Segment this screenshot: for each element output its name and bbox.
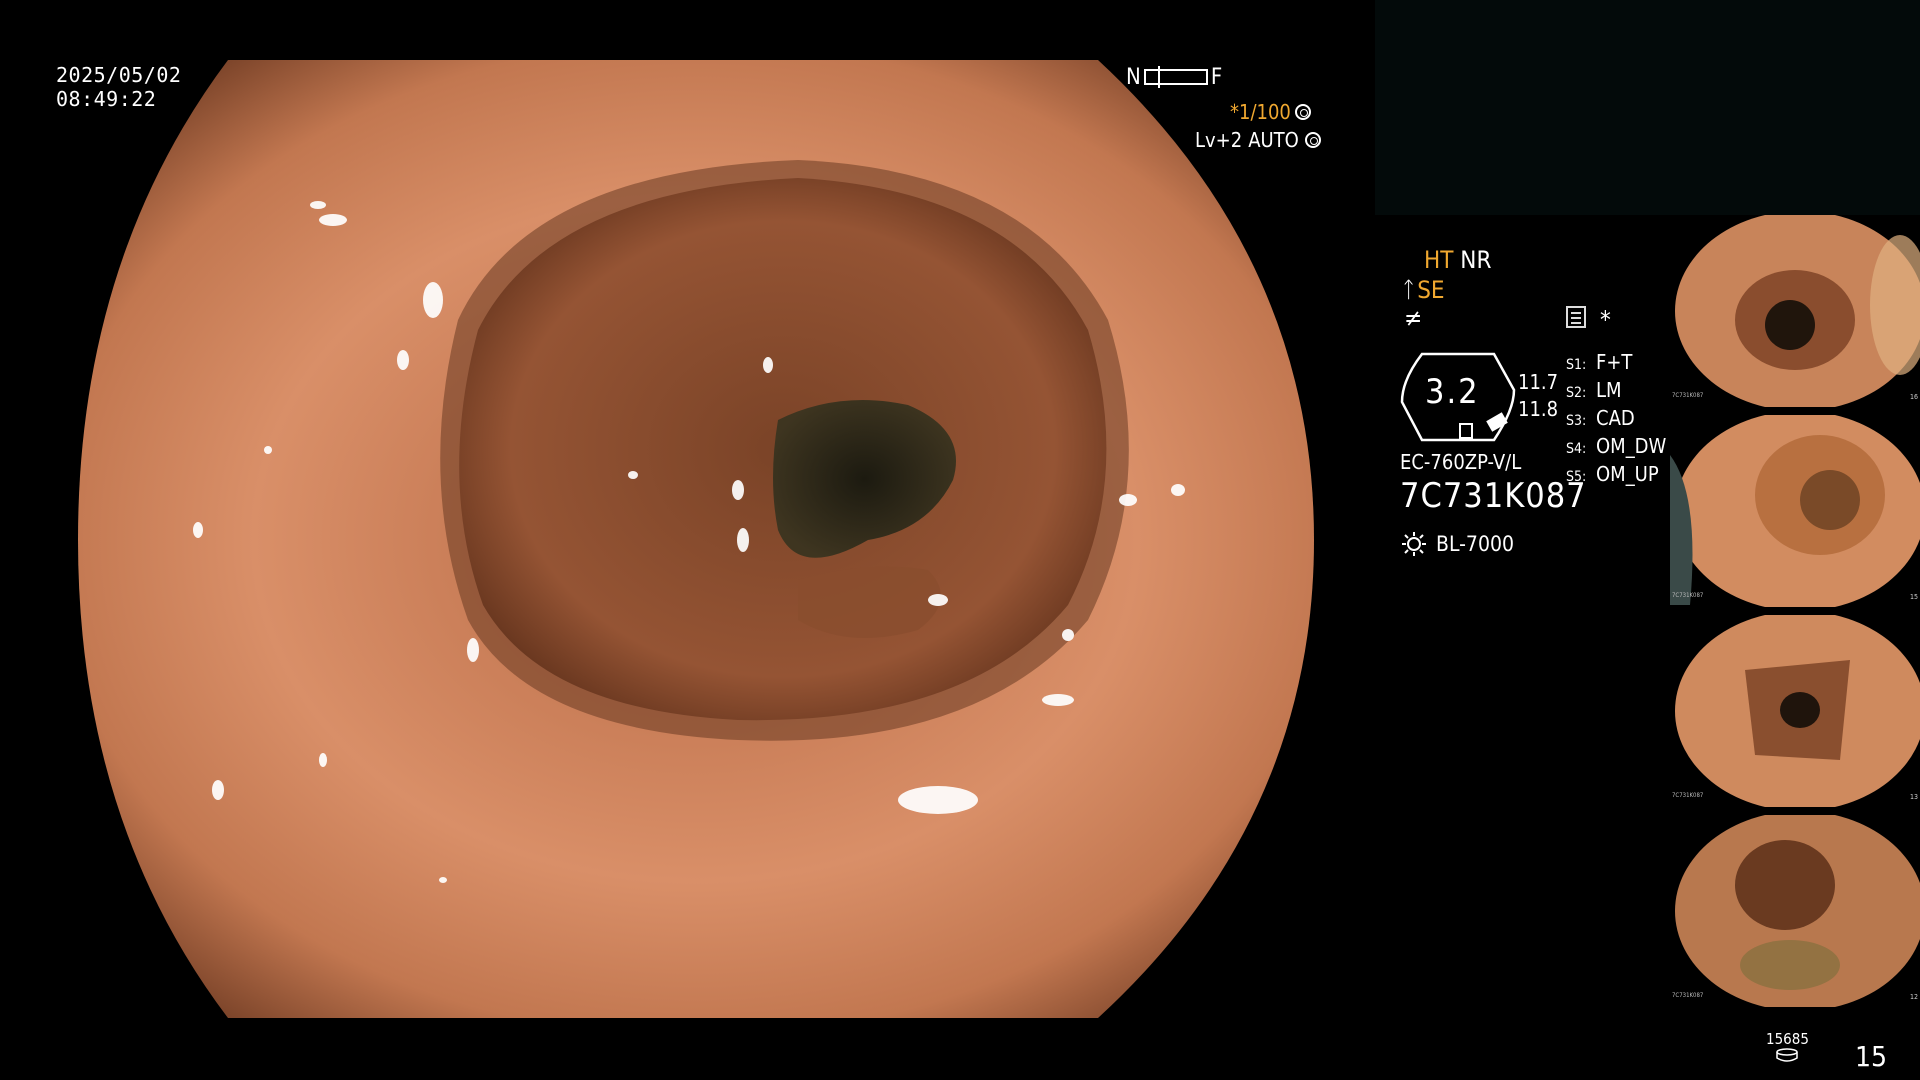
se-indicator: ᛏ SE [1402, 276, 1445, 304]
zoom-indicator [1143, 66, 1208, 88]
iris-icon [1304, 132, 1321, 148]
value-b: 11.8 [1518, 397, 1559, 421]
value-a: 11.7 [1518, 370, 1559, 394]
shutter-text: *1/100 [1230, 100, 1291, 124]
slot-item: S3: CAD [1566, 406, 1635, 430]
time-text: 08:49:22 [56, 87, 157, 111]
far-label: F [1210, 64, 1223, 90]
light-source-label: BL-7000 [1436, 532, 1515, 556]
near-label: N [1126, 64, 1141, 90]
slot-item: S2: LM [1566, 378, 1622, 402]
se-label: SE [1417, 276, 1445, 304]
thumb-serial: 7C731K087 [1672, 992, 1704, 999]
image-count-value: 15685 [1766, 1030, 1809, 1048]
thumb-number: 12 [1909, 993, 1918, 1001]
thumb-number: 16 [1909, 393, 1918, 401]
thumb-serial: 7C731K087 [1672, 392, 1704, 399]
shutter-icon [1294, 104, 1311, 120]
thumbnail-3[interactable]: 13 7C731K087 [1670, 615, 1920, 807]
scope-serial: 7C731K087 [1400, 476, 1587, 516]
dark-panel [1375, 0, 1920, 215]
list-icon [1566, 306, 1586, 328]
asterisk-mark: * [1600, 306, 1611, 334]
thumbnail-1[interactable]: 16 7C731K087 [1670, 215, 1920, 407]
datetime-readout: 2025/05/02 08:49:22 [56, 63, 181, 111]
light-icon [1402, 532, 1426, 556]
mode-text: AUTO [1248, 128, 1299, 152]
thumbnail-2[interactable]: 15 7C731K087 [1670, 415, 1920, 607]
page-number: 15 [1855, 1040, 1888, 1073]
date-text: 2025/05/02 [56, 63, 182, 87]
ht-label: HT [1424, 246, 1454, 274]
thumb-serial: 7C731K087 [1672, 792, 1704, 799]
nr-label: NR [1460, 246, 1492, 274]
scope-model: EC-760ZP-V/L [1400, 450, 1522, 474]
f-symbol: ≠ [1404, 304, 1423, 332]
thumb-number: 13 [1909, 793, 1918, 801]
slot-item: S4: OM_DW [1566, 434, 1667, 458]
gauge-value: 3.2 [1425, 372, 1480, 412]
endoscope-main-view [78, 60, 1314, 1018]
level-text: Lv+2 [1195, 128, 1243, 152]
zoom-bar: N F [1126, 64, 1222, 90]
storage-icon [1776, 1048, 1799, 1062]
slot-list: S1: F+T S2: LM S3: CAD S4: OM_DW S5: OM_UP [1566, 350, 1666, 490]
image-count: 15685 [1766, 1030, 1809, 1062]
light-source: BL-7000 [1402, 532, 1514, 556]
slot-item: S1: F+T [1566, 350, 1633, 374]
thumb-serial: 7C731K087 [1672, 592, 1704, 599]
thumbnail-4[interactable]: 12 7C731K087 [1670, 815, 1920, 1007]
thumb-number: 15 [1909, 593, 1918, 601]
shutter-readout: *1/100 [1230, 100, 1311, 124]
ht-nr-indicator: HT NR [1424, 246, 1491, 274]
level-readout: Lv+2 AUTO [1195, 128, 1321, 152]
wave-icon: ᛏ [1402, 277, 1416, 303]
